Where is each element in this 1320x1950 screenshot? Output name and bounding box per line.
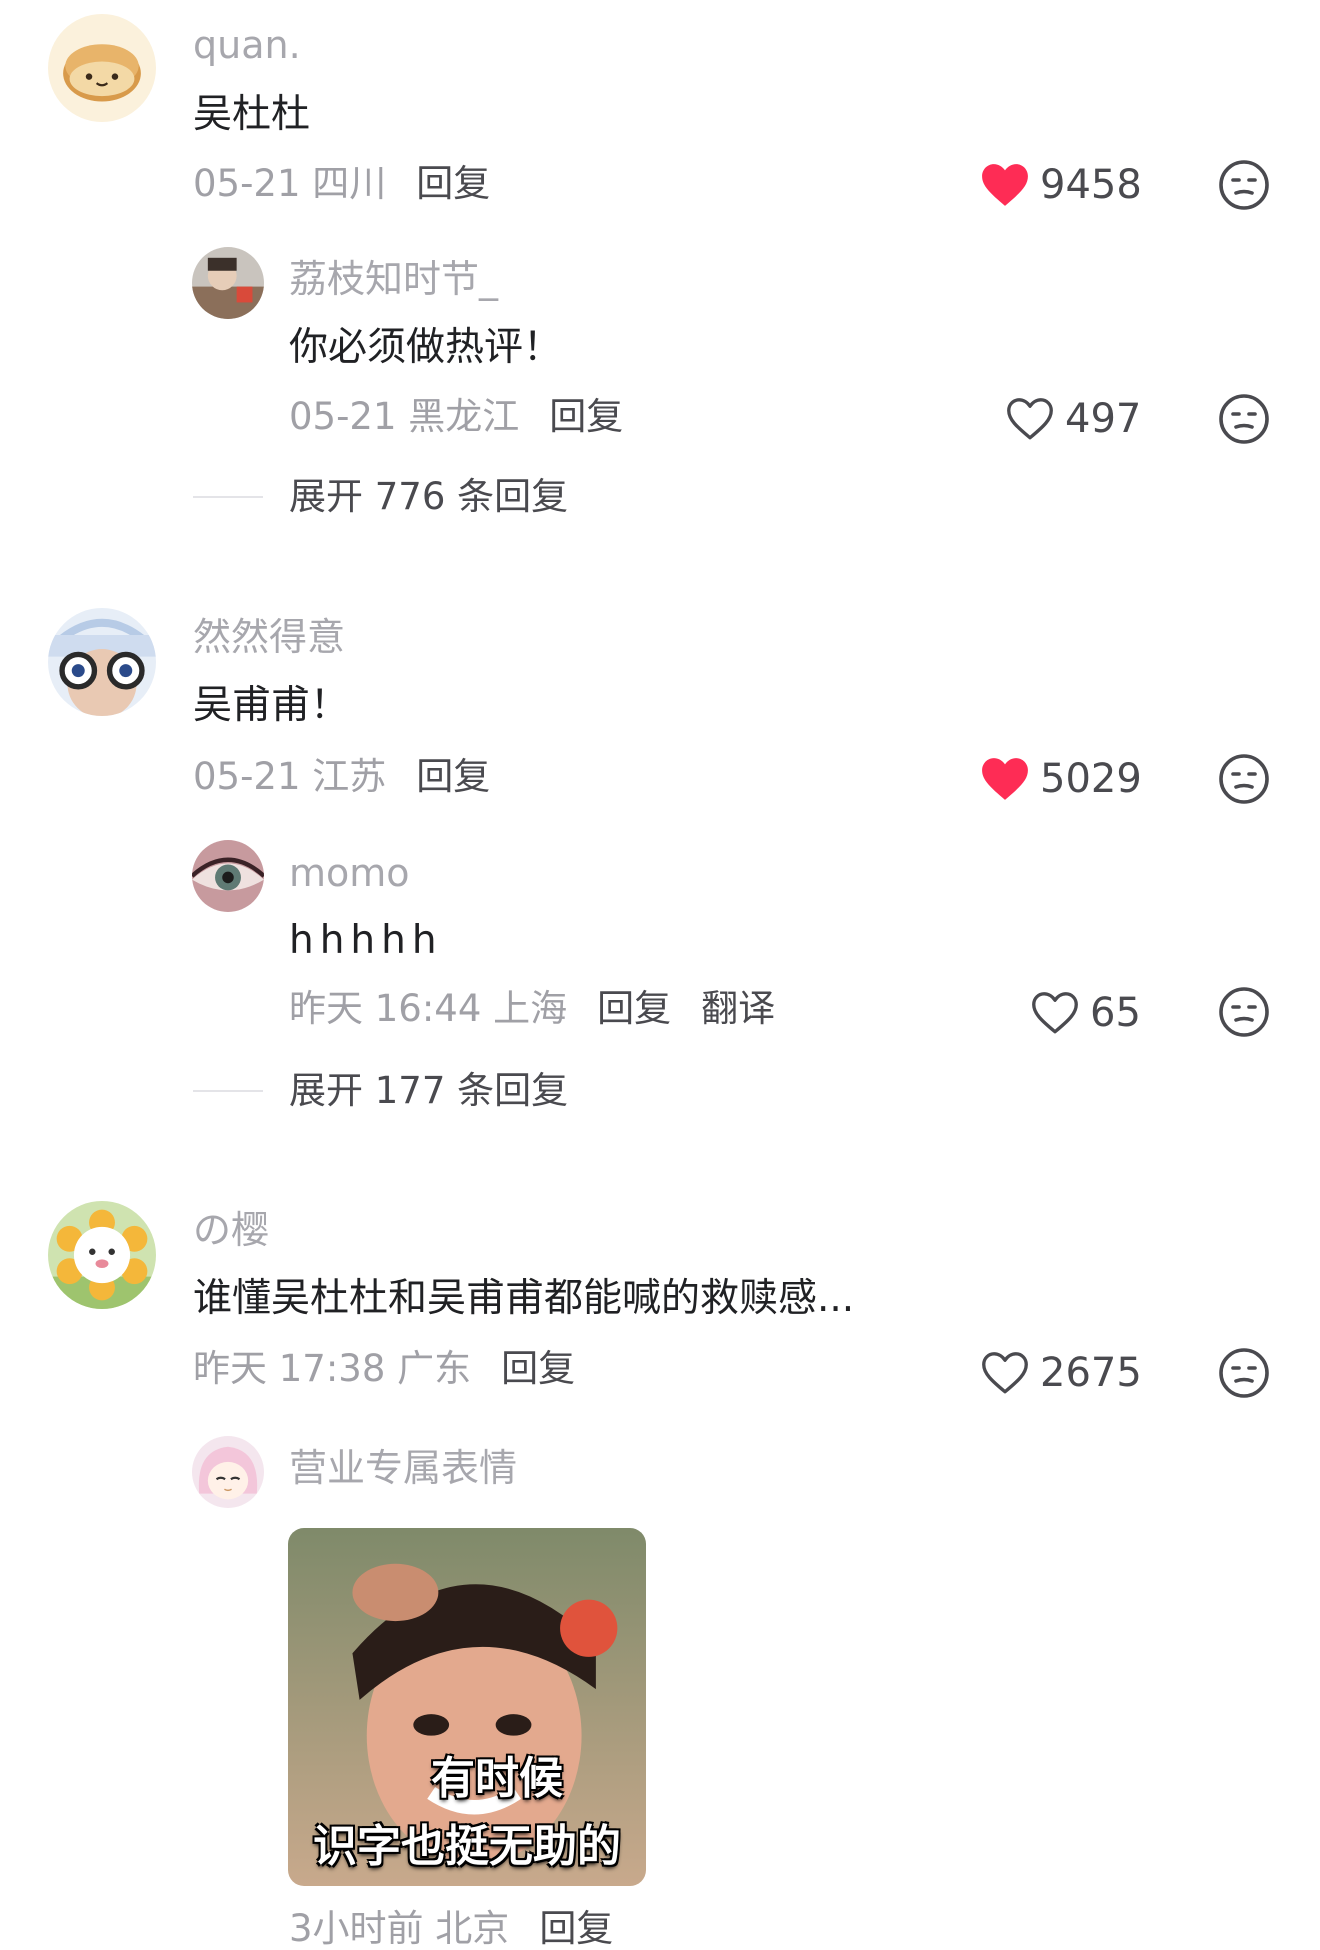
comment-meta: 昨天 17:38 广东 回复: [193, 1350, 575, 1387]
comment-date-location: 昨天 17:38 广东: [193, 1347, 472, 1390]
comment-text: 吴甫甫！: [193, 683, 350, 728]
heart-outline-icon: [982, 1352, 1028, 1394]
like-button[interactable]: 9458: [980, 162, 1142, 208]
comment-text: 谁懂吴杜杜和吴甫甫都能喊的救赎感...: [193, 1276, 855, 1321]
sunflower-cat-avatar-icon: [48, 1201, 156, 1309]
avatar[interactable]: [192, 247, 264, 319]
heart-icon: [982, 164, 1028, 206]
unamused-face-icon: [1219, 160, 1269, 210]
reply-username[interactable]: 营业专属表情: [289, 1449, 517, 1487]
like-count: 497: [1065, 396, 1142, 442]
heart-outline-icon: [1032, 992, 1078, 1034]
like-button[interactable]: 2675: [980, 1350, 1142, 1396]
dislike-button[interactable]: [1218, 1347, 1270, 1399]
expand-replies-label: 展开 177 条回复: [289, 1069, 569, 1112]
unamused-face-icon: [1219, 754, 1269, 804]
comment-date-location: 05-21 江苏: [193, 755, 387, 798]
divider: [193, 1089, 263, 1092]
avatar[interactable]: [48, 608, 156, 716]
sticker-caption-line-2: 识字也挺无助的: [313, 1821, 621, 1872]
comment-username[interactable]: 然然得意: [193, 618, 345, 656]
expand-replies-label: 展开 776 条回复: [289, 475, 569, 518]
unamused-face-icon: [1219, 394, 1269, 444]
unamused-face-icon: [1219, 1348, 1269, 1398]
unamused-face-icon: [1219, 987, 1269, 1037]
bread-cat-avatar-icon: [48, 14, 156, 122]
anime-girl-avatar-icon: [192, 1436, 264, 1508]
reply-username[interactable]: momo: [289, 854, 410, 892]
dislike-button[interactable]: [1218, 159, 1270, 211]
comment-username[interactable]: quan.: [193, 26, 301, 64]
reply-date-location: 昨天 16:44 上海: [289, 987, 568, 1030]
divider: [193, 495, 263, 498]
glasses-avatar-icon: [48, 608, 156, 716]
heart-outline-icon: [1007, 398, 1053, 440]
photo-avatar-icon: [192, 247, 264, 319]
reply-button[interactable]: 回复: [597, 987, 671, 1030]
reply-date-location: 05-21 黑龙江: [289, 395, 520, 438]
reply-button[interactable]: 回复: [416, 162, 490, 205]
heart-icon: [982, 758, 1028, 800]
reply-date-location: 3小时前 北京: [289, 1907, 510, 1950]
eye-avatar-icon: [192, 840, 264, 912]
like-button[interactable]: 65: [1030, 990, 1141, 1036]
reply-username[interactable]: 荔枝知时节_: [289, 260, 498, 298]
expand-replies-button[interactable]: 展开 776 条回复: [193, 478, 568, 515]
dislike-button[interactable]: [1218, 753, 1270, 805]
dislike-button[interactable]: [1218, 393, 1270, 445]
comment-meta: 05-21 四川 回复: [193, 165, 490, 202]
comment-date-location: 05-21 四川: [193, 162, 387, 205]
sticker-caption-line-1: 有时候: [431, 1753, 563, 1804]
like-count: 65: [1090, 990, 1141, 1036]
like-button[interactable]: 497: [1005, 396, 1141, 442]
reply-button[interactable]: 回复: [416, 755, 490, 798]
like-count: 9458: [1040, 162, 1142, 208]
expand-replies-button[interactable]: 展开 177 条回复: [193, 1072, 568, 1109]
reply-button[interactable]: 回复: [539, 1907, 613, 1950]
reply-meta: 昨天 16:44 上海 回复 翻译: [289, 990, 775, 1027]
avatar[interactable]: [192, 1436, 264, 1508]
reply-button[interactable]: 回复: [501, 1347, 575, 1390]
avatar[interactable]: [48, 14, 156, 122]
like-count: 2675: [1040, 1350, 1142, 1396]
avatar[interactable]: [192, 840, 264, 912]
reply-sticker[interactable]: 有时候 识字也挺无助的: [288, 1528, 646, 1886]
translate-button[interactable]: 翻译: [701, 987, 775, 1030]
reply-button[interactable]: 回复: [549, 395, 623, 438]
reply-text: hhhhh: [289, 918, 443, 963]
avatar[interactable]: [48, 1201, 156, 1309]
comment-text: 吴杜杜: [193, 92, 311, 137]
reply-text: 你必须做热评！: [289, 325, 563, 370]
like-button[interactable]: 5029: [980, 756, 1142, 802]
dislike-button[interactable]: [1218, 986, 1270, 1038]
comment-username[interactable]: の樱: [193, 1211, 269, 1249]
reply-meta: 3小时前 北京 回复: [289, 1910, 613, 1947]
reply-meta: 05-21 黑龙江 回复: [289, 398, 623, 435]
like-count: 5029: [1040, 756, 1142, 802]
comment-meta: 05-21 江苏 回复: [193, 758, 490, 795]
